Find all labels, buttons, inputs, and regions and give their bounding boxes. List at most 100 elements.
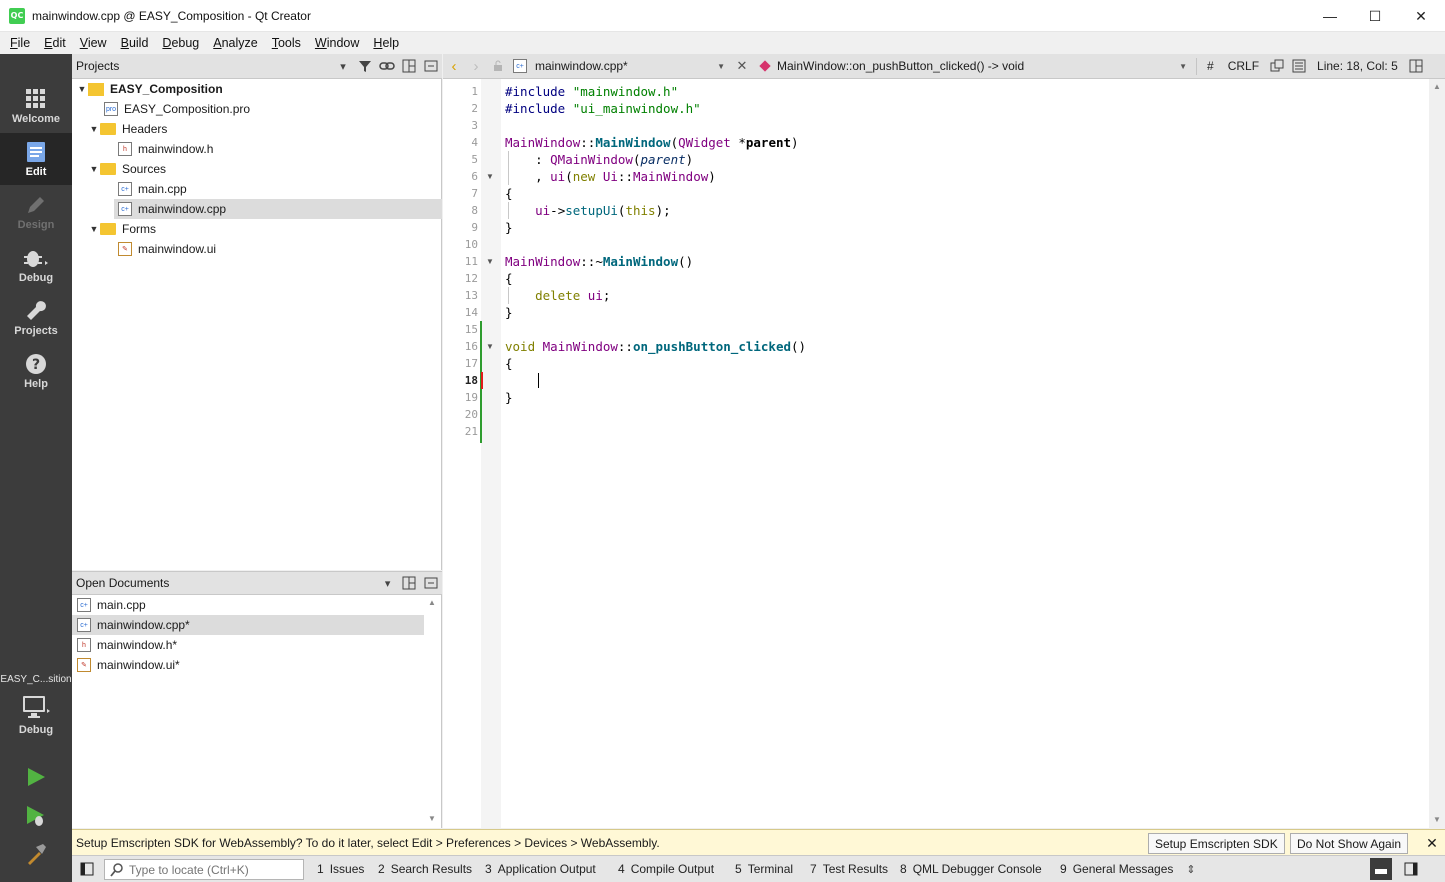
setup-emscripten-sdk-button[interactable]: Setup Emscripten SDK [1148, 833, 1285, 854]
cpp-file-icon: c+ [77, 598, 91, 612]
code-editor[interactable] [501, 79, 1429, 828]
code-line: MainWindow::MainWindow(QWidget *parent) [505, 135, 799, 150]
encoding-icon[interactable] [1266, 55, 1288, 77]
fold-marker-icon[interactable]: ▼ [486, 338, 494, 355]
output-tab-application-output[interactable]: 3 Application Output [485, 862, 596, 876]
current-file-name: mainwindow.cpp* [535, 59, 628, 73]
toggle-output-pane-icon[interactable] [1370, 858, 1392, 880]
folder-icon [100, 223, 116, 235]
kit-selector[interactable]: Debug [0, 686, 72, 744]
outline-icon[interactable] [1288, 55, 1310, 77]
updown-arrows-icon[interactable]: ⇕ [1180, 858, 1202, 880]
menu-help[interactable]: Help [366, 36, 406, 50]
cpp-file-icon: c+ [118, 182, 132, 196]
tree-item-project[interactable]: ▼ EASY_Composition [72, 79, 442, 99]
close-document-icon[interactable]: ✕ [731, 55, 753, 77]
line-number: 13 [464, 289, 478, 302]
menu-view[interactable]: View [73, 36, 114, 50]
line-ending-selector[interactable]: CRLF [1221, 59, 1266, 73]
toggle-sidebar-icon[interactable] [76, 858, 98, 880]
scroll-up-icon[interactable]: ▲ [1433, 82, 1441, 91]
forward-arrow-icon[interactable]: › [465, 55, 487, 77]
current-line-marker [481, 372, 483, 389]
locator-input[interactable] [129, 862, 299, 877]
mode-help[interactable]: ? Help [0, 345, 72, 397]
tree-item-main-cpp[interactable]: c+ main.cpp [72, 179, 442, 199]
open-doc-item[interactable]: c+ mainwindow.cpp* [72, 615, 424, 635]
menu-debug[interactable]: Debug [155, 36, 206, 50]
mode-edit[interactable]: Edit [0, 133, 72, 185]
build-button[interactable] [22, 840, 50, 868]
fold-marker-icon[interactable]: ▼ [486, 253, 494, 270]
menu-file[interactable]: File [3, 36, 37, 50]
output-tab-general-messages[interactable]: 9 General Messages [1060, 862, 1173, 876]
tree-item-forms[interactable]: ▼ Forms [72, 219, 442, 239]
menu-window[interactable]: Window [308, 36, 366, 50]
split-icon[interactable] [398, 55, 420, 77]
open-documents-selector[interactable]: Open Documents [76, 576, 377, 590]
tree-item-mainwindow-h[interactable]: h mainwindow.h [72, 139, 442, 159]
cursor-position[interactable]: Line: 18, Col: 5 [1310, 59, 1405, 73]
mode-projects[interactable]: Projects [0, 292, 72, 344]
tree-item-mainwindow-cpp[interactable]: c+ mainwindow.cpp [114, 199, 442, 219]
output-tab-test-results[interactable]: 7 Test Results [810, 862, 888, 876]
do-not-show-again-button[interactable]: Do Not Show Again [1290, 833, 1409, 854]
open-doc-item[interactable]: c+ main.cpp [72, 595, 424, 615]
symbol-selector[interactable]: MainWindow::on_pushButton_clicked() -> v… [753, 59, 1193, 73]
line-number: 5 [471, 153, 478, 166]
run-button[interactable] [22, 763, 50, 791]
tree-item-pro-file[interactable]: pro EASY_Composition.pro [72, 99, 442, 119]
locator[interactable] [104, 859, 304, 880]
file-selector[interactable]: c+ mainwindow.cpp* ▼ [509, 59, 731, 73]
maximize-button[interactable]: ☐ [1352, 0, 1398, 32]
fold-marker-icon[interactable]: ▼ [486, 168, 494, 185]
scroll-up-icon[interactable]: ▲ [428, 598, 436, 607]
output-tab-terminal[interactable]: 5 Terminal [735, 862, 793, 876]
split-icon[interactable] [398, 572, 420, 594]
fold-column[interactable] [481, 79, 501, 828]
split-icon[interactable] [1405, 55, 1427, 77]
tree-item-sources[interactable]: ▼ Sources [72, 159, 442, 179]
toggle-right-sidebar-icon[interactable] [1400, 858, 1422, 880]
mode-welcome[interactable]: Welcome [0, 80, 72, 132]
open-documents-scrollbar[interactable]: ▲ ▼ [426, 596, 440, 828]
ui-file-icon: ✎ [118, 242, 132, 256]
chevron-down-icon[interactable]: ▼ [88, 124, 100, 134]
link-icon[interactable] [376, 55, 398, 77]
tree-item-label: Forms [122, 222, 156, 236]
code-line: , ui(new Ui::MainWindow) [505, 169, 716, 184]
minimize-button[interactable]: — [1307, 0, 1353, 32]
lock-icon[interactable] [487, 55, 509, 77]
debug-run-button[interactable] [22, 802, 50, 830]
open-doc-item[interactable]: h mainwindow.h* [72, 635, 424, 655]
close-pane-icon[interactable] [420, 572, 442, 594]
chevron-down-icon[interactable]: ▾ [377, 572, 399, 594]
output-tab-compile-output[interactable]: 4 Compile Output [618, 862, 714, 876]
chevron-down-icon[interactable]: ▼ [76, 84, 88, 94]
tree-item-mainwindow-ui[interactable]: ✎ mainwindow.ui [72, 239, 442, 259]
hash-button[interactable]: # [1200, 59, 1221, 73]
output-tab-search-results[interactable]: 2 Search Results [378, 862, 472, 876]
projects-view-selector[interactable]: Projects [76, 59, 332, 73]
mode-design[interactable]: Design [0, 186, 72, 238]
scroll-down-icon[interactable]: ▼ [428, 814, 436, 823]
tree-item-headers[interactable]: ▼ Headers [72, 119, 442, 139]
menu-tools[interactable]: Tools [265, 36, 308, 50]
close-pane-icon[interactable] [420, 55, 442, 77]
output-tab-issues[interactable]: 1 Issues [317, 862, 364, 876]
scroll-down-icon[interactable]: ▼ [1433, 815, 1441, 824]
close-window-button[interactable]: ✕ [1398, 0, 1444, 32]
open-doc-item[interactable]: ✎ mainwindow.ui* [72, 655, 424, 675]
editor-scrollbar[interactable]: ▲ ▼ [1429, 79, 1445, 828]
mode-debug[interactable]: Debug [0, 239, 72, 291]
menu-edit[interactable]: Edit [37, 36, 73, 50]
menu-build[interactable]: Build [114, 36, 156, 50]
filter-icon[interactable] [354, 55, 376, 77]
menu-analyze[interactable]: Analyze [206, 36, 264, 50]
output-tab-qml-debugger-console[interactable]: 8 QML Debugger Console [900, 862, 1042, 876]
back-arrow-icon[interactable]: ‹ [443, 55, 465, 77]
close-icon[interactable]: ✕ [1422, 833, 1442, 853]
chevron-down-icon[interactable]: ▼ [88, 164, 100, 174]
chevron-down-icon[interactable]: ▼ [88, 224, 100, 234]
chevron-down-icon[interactable]: ▾ [332, 55, 354, 77]
